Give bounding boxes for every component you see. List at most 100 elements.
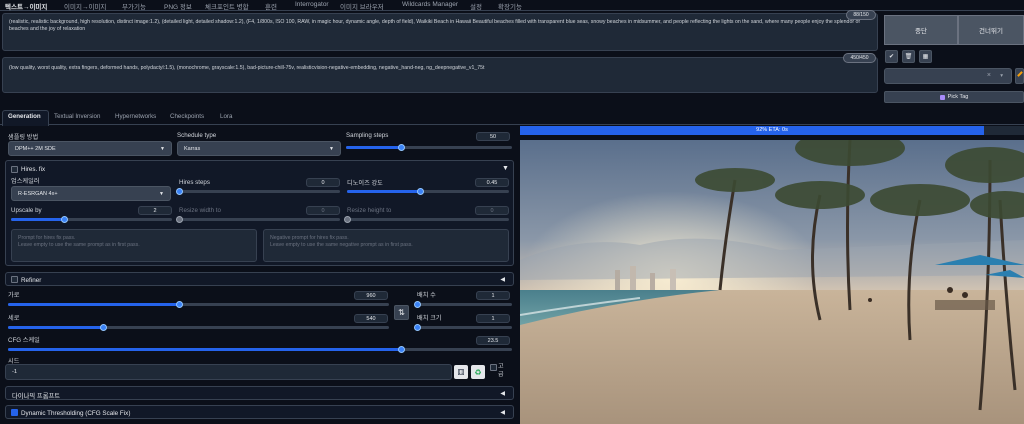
hires-neg-placeholder-2: Leave empty to use the same negative pro… [270, 242, 413, 248]
seed-input[interactable]: -1 [5, 364, 452, 380]
tab-settings[interactable]: 설정 [470, 1, 482, 11]
width-input[interactable]: 960 [354, 291, 388, 300]
tab-extensions[interactable]: 확장기능 [498, 1, 522, 11]
denoise-slider[interactable] [347, 188, 509, 195]
negative-token-counter: 450/450 [843, 53, 876, 63]
tab-image-browser[interactable]: 이미지 브라우저 [340, 1, 384, 11]
expand-triangle-icon: ◀ [500, 277, 505, 283]
batch-count-slider[interactable] [414, 301, 512, 308]
chevron-down-icon: ▼ [329, 146, 334, 152]
close-icon[interactable]: × [987, 72, 991, 79]
refiner-accordion[interactable]: Refiner ◀ [5, 272, 514, 286]
sampler-label: 샘플링 방법 [8, 134, 39, 141]
upscale-by-label: Upscale by [11, 207, 42, 214]
cfg-scale-label: CFG 스케일 [8, 337, 40, 344]
resize-height-label: Resize height to [347, 207, 392, 214]
negative-prompt-input[interactable]: (low quality, worst quality, extra finge… [2, 57, 878, 93]
pick-tag-label: Pick Tag [947, 94, 969, 100]
upscaler-label: 업스케일러 [11, 178, 40, 185]
upscaler-value: R-ESRGAN 4x+ [18, 191, 58, 197]
reuse-seed-button[interactable]: ♻ [471, 365, 485, 379]
hires-fix-title: Hires. fix [21, 166, 46, 173]
chevron-down-icon: ▼ [159, 191, 164, 197]
batch-count-input[interactable]: 1 [476, 291, 510, 300]
tab-generation[interactable]: Generation [8, 113, 41, 120]
hires-steps-label: Hires steps [179, 179, 210, 186]
resize-width-input[interactable]: 0 [306, 206, 340, 215]
style-editor-icon[interactable]: ▦ [919, 50, 932, 63]
batch-size-slider[interactable] [414, 324, 512, 331]
tab-checkpoints[interactable]: Checkpoints [170, 113, 204, 120]
tab-lora[interactable]: Lora [220, 113, 232, 120]
pick-tag-button[interactable]: Pick Tag [884, 91, 1024, 103]
hires-prompt-input[interactable]: Prompt for hires fix pass. Leave empty t… [11, 229, 257, 262]
output-image[interactable] [520, 140, 1024, 424]
dynamic-thresholding-accordion[interactable]: Dynamic Thresholding (CFG Scale Fix) ◀ [5, 405, 514, 419]
batch-size-label: 배치 크기 [417, 315, 442, 322]
dynamic-prompts-accordion[interactable]: 다이나믹 프롬프트 ◀ [5, 386, 514, 400]
width-slider[interactable] [8, 301, 389, 308]
tab-interrogator[interactable]: Interrogator [295, 1, 329, 8]
cfg-scale-slider[interactable] [8, 346, 512, 353]
tab-hypernetworks[interactable]: Hypernetworks [115, 113, 156, 120]
batch-size-input[interactable]: 1 [476, 314, 510, 323]
dynamic-prompts-title: 다이나믹 프롬프트 [12, 393, 61, 400]
refiner-checkbox[interactable] [11, 276, 18, 283]
edit-style-button[interactable] [1015, 68, 1024, 84]
tab-extras[interactable]: 부가기능 [122, 1, 146, 11]
trash-icon[interactable]: 🗑 [902, 50, 915, 63]
progress-text: 92% ETA: 0s [756, 127, 788, 133]
tab-textual-inversion[interactable]: Textual Inversion [54, 113, 100, 120]
hires-neg-placeholder-1: Negative prompt for hires fix pass. [270, 235, 349, 241]
resize-height-input[interactable]: 0 [475, 206, 509, 215]
tab-txt2img[interactable]: 텍스트→이미지 [5, 1, 47, 11]
progress-bar: 92% ETA: 0s [520, 126, 1024, 135]
hires-steps-input[interactable]: 0 [306, 178, 340, 187]
tab-checkpoint-merger[interactable]: 체크포인트 병합 [205, 1, 249, 11]
width-label: 가로 [8, 292, 20, 299]
hires-negative-prompt-input[interactable]: Negative prompt for hires fix pass. Leav… [263, 229, 509, 262]
height-label: 세로 [8, 315, 20, 322]
tab-wildcards-manager[interactable]: Wildcards Manager [402, 1, 458, 8]
upscale-by-slider[interactable] [11, 216, 172, 223]
swap-dimensions-button[interactable]: ⇅ [394, 305, 409, 320]
hires-fix-checkbox[interactable] [11, 166, 18, 173]
tab-train[interactable]: 훈련 [265, 1, 277, 11]
dynamic-thresholding-checkbox[interactable] [11, 409, 18, 416]
resize-width-slider[interactable] [176, 216, 340, 223]
schedule-type-label: Schedule type [177, 132, 217, 139]
pencil-icon [1017, 71, 1023, 77]
extra-seed-checkbox[interactable] [490, 364, 497, 371]
hires-prompt-placeholder-1: Prompt for hires fix pass. [18, 235, 76, 241]
styles-dropdown[interactable]: × ▾ [884, 68, 1012, 84]
positive-prompt-input[interactable]: (realistic, realistic background, high r… [2, 13, 878, 51]
extra-label: 고급 [498, 364, 504, 378]
apply-style-icon[interactable]: ✔ [885, 50, 898, 63]
tab-png-info[interactable]: PNG 정보 [164, 1, 192, 11]
upscaler-dropdown[interactable]: R-ESRGAN 4x+ ▼ [11, 186, 171, 201]
sampling-steps-slider[interactable] [346, 144, 512, 151]
height-slider[interactable] [8, 324, 389, 331]
chevron-down-icon: ▾ [1000, 73, 1003, 79]
skip-button[interactable]: 건너뛰기 [958, 15, 1024, 45]
resize-width-label: Resize width to [179, 207, 221, 214]
interrupt-button[interactable]: 중단 [884, 15, 958, 45]
refiner-title: Refiner [21, 277, 42, 284]
tab-img2img[interactable]: 이미지→이미지 [64, 1, 106, 11]
random-seed-button[interactable]: ⚅ [454, 365, 468, 379]
schedule-type-dropdown[interactable]: Karras ▼ [177, 141, 341, 156]
denoise-input[interactable]: 0.45 [475, 178, 509, 187]
positive-token-counter: 88/150 [846, 10, 876, 20]
hires-steps-slider[interactable] [176, 188, 340, 195]
dynamic-thresholding-title: Dynamic Thresholding (CFG Scale Fix) [21, 410, 131, 417]
sampler-dropdown[interactable]: DPM++ 2M SDE ▼ [8, 141, 172, 156]
sampling-steps-input[interactable]: 50 [476, 132, 510, 141]
batch-count-label: 배치 수 [417, 292, 436, 299]
upscale-by-input[interactable]: 2 [138, 206, 172, 215]
resize-height-slider[interactable] [344, 216, 509, 223]
collapse-triangle-icon[interactable]: ▼ [502, 165, 509, 172]
cfg-scale-input[interactable]: 23.5 [476, 336, 510, 345]
tag-icon [939, 94, 945, 100]
height-input[interactable]: 540 [354, 314, 388, 323]
expand-triangle-icon: ◀ [500, 410, 505, 416]
